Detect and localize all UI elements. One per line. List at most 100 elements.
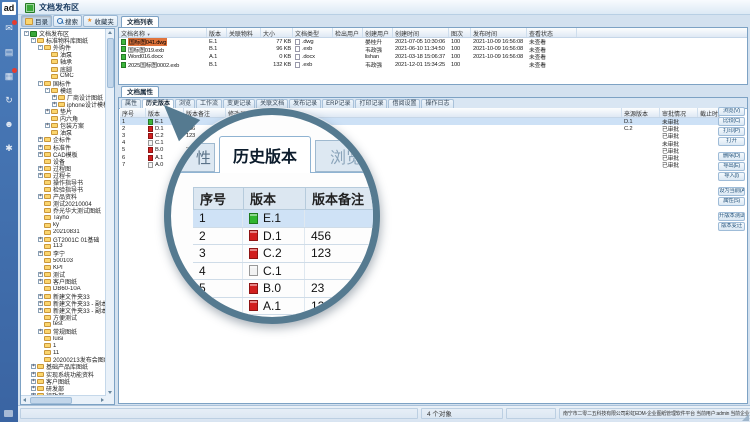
expand-icon[interactable]: + — [38, 329, 43, 334]
users-icon[interactable]: ☻ — [3, 118, 15, 130]
collapse-icon[interactable]: - — [45, 88, 50, 93]
expand-icon[interactable]: + — [45, 123, 50, 128]
expand-icon[interactable]: + — [38, 173, 43, 178]
column-header[interactable]: 发布时间 — [471, 28, 527, 37]
expand-icon[interactable]: + — [38, 251, 43, 256]
action-button-10[interactable]: 版本变迁 — [718, 222, 745, 231]
properties-tab-5[interactable]: 关联文档 — [256, 99, 288, 108]
scroll-left-icon[interactable] — [23, 398, 26, 402]
tree-node[interactable]: 乔光华大测试图纸 — [22, 207, 106, 214]
document-row[interactable]: 国标图019.exbB.196 KB.exb韦政强2021-06-10 11:3… — [119, 46, 747, 54]
document-row[interactable]: Word016.docxA.10 KB.docxlishan2021-03-18… — [119, 53, 747, 61]
folder-icon[interactable]: ▤ — [3, 46, 15, 58]
action-button-5[interactable]: 导出(E) — [718, 162, 745, 171]
scroll-down-icon[interactable] — [108, 391, 112, 394]
expand-icon[interactable]: + — [52, 102, 57, 107]
expand-icon[interactable]: + — [38, 194, 43, 199]
scrollbar-thumb[interactable] — [30, 397, 72, 404]
tree-node[interactable]: luisi — [22, 335, 106, 342]
tree-node[interactable]: +客户图纸 — [22, 278, 106, 285]
app-logo[interactable]: ad — [2, 2, 16, 15]
tree-node[interactable]: +常规图纸 — [22, 328, 106, 335]
tree-node[interactable]: 底脚 — [22, 65, 106, 72]
document-row[interactable]: 2025国标图0002.exbB.1132 KB.exb韦政强2021-12-0… — [119, 61, 747, 69]
resize-grip[interactable] — [742, 414, 749, 421]
column-header[interactable]: 来源版本 — [622, 108, 660, 117]
properties-tab-7[interactable]: ERP记录 — [322, 99, 354, 108]
action-button-6[interactable]: 导入(I) — [718, 172, 745, 181]
tree-node[interactable]: Tayho — [22, 214, 106, 221]
column-header[interactable]: 创建用户 — [363, 28, 393, 37]
monitor-icon[interactable]: ▦ — [3, 70, 15, 82]
properties-tab-3[interactable]: 工作流 — [196, 99, 222, 108]
properties-tab-0[interactable]: 属性 — [121, 99, 141, 108]
expand-icon[interactable]: + — [38, 152, 43, 157]
scroll-right-icon[interactable] — [101, 398, 104, 402]
expand-icon[interactable]: + — [38, 237, 43, 242]
message-icon[interactable]: ✉ — [3, 22, 15, 34]
tree-vertical-scrollbar[interactable] — [105, 29, 114, 396]
properties-tab-1[interactable]: 历史版本 — [142, 99, 174, 108]
column-header[interactable]: 序号 — [120, 108, 146, 117]
document-row[interactable]: 国标图041.dwgE.177 KB.dwg晏桂升2021-07-05 10:3… — [119, 38, 747, 46]
column-header[interactable]: 版本 — [207, 28, 227, 37]
expand-icon[interactable]: + — [31, 379, 36, 384]
column-header[interactable]: 关联物料 — [227, 28, 261, 37]
expand-icon[interactable]: + — [52, 95, 57, 100]
sidebar-tab-1[interactable]: 搜索 — [53, 15, 82, 27]
column-header[interactable]: 审批情况 — [660, 108, 698, 117]
refresh-icon[interactable]: ↻ — [3, 94, 15, 106]
folder-icon — [44, 180, 51, 185]
tree-node[interactable]: +李宁 — [22, 250, 106, 257]
collapse-icon[interactable]: - — [38, 81, 43, 86]
properties-tab-6[interactable]: 发布记录 — [289, 99, 321, 108]
column-header[interactable]: 文档类型 — [293, 28, 333, 37]
scroll-up-icon[interactable] — [108, 31, 112, 34]
sidebar-tab-0[interactable]: 目录 — [21, 15, 52, 27]
column-header[interactable]: 文档名称 ▼ — [119, 28, 207, 37]
column-header[interactable]: 检出用户 — [333, 28, 363, 37]
action-button-7[interactable]: 设为当前(A) — [718, 187, 745, 196]
tree-node[interactable]: 1 — [22, 342, 106, 349]
column-header[interactable]: 图次 — [449, 28, 471, 37]
column-header[interactable]: 创建时间 — [393, 28, 449, 37]
tree-node[interactable]: 500103 — [22, 257, 106, 264]
properties-tab-10[interactable]: 操作日志 — [421, 99, 453, 108]
expand-icon[interactable]: + — [38, 137, 43, 142]
expand-icon[interactable]: + — [38, 279, 43, 284]
properties-tab-8[interactable]: 打印记录 — [355, 99, 387, 108]
tree-node[interactable]: +GT2001C 01基础 — [22, 236, 106, 243]
expand-icon[interactable]: + — [38, 272, 43, 277]
action-button-9[interactable]: 升版本测试 — [718, 212, 745, 221]
collapse-icon[interactable]: - — [38, 45, 43, 50]
action-button-2[interactable]: 打印(P) — [718, 127, 745, 136]
settings-icon[interactable]: ✱ — [3, 142, 15, 154]
collapse-icon[interactable]: - — [31, 38, 36, 43]
column-header[interactable]: 大小 — [261, 28, 293, 37]
tree-node[interactable]: 方便测试 — [22, 314, 106, 321]
expand-icon[interactable]: + — [31, 386, 36, 391]
expand-icon[interactable]: + — [38, 294, 43, 299]
action-button-3[interactable]: 打开 — [718, 137, 745, 146]
expand-icon[interactable]: + — [31, 364, 36, 369]
properties-tab-2[interactable]: 浏览 — [175, 99, 195, 108]
properties-tab-9[interactable]: 借阅设置 — [388, 99, 420, 108]
expand-icon[interactable]: + — [38, 166, 43, 171]
properties-tab-4[interactable]: 变更记录 — [223, 99, 255, 108]
action-button-8[interactable]: 属性(S) — [718, 197, 745, 206]
action-button-1[interactable]: 比较(C) — [718, 117, 745, 126]
action-button-0[interactable]: 浏览(V) — [718, 107, 745, 116]
action-button-4[interactable]: 删除(D) — [718, 152, 745, 161]
expand-icon[interactable]: + — [38, 308, 43, 313]
expand-icon[interactable]: + — [38, 301, 43, 306]
sidebar-tab-2[interactable]: ★收藏夹 — [83, 15, 118, 27]
expand-icon[interactable]: + — [31, 372, 36, 377]
expand-icon[interactable]: + — [45, 109, 50, 114]
expand-icon[interactable]: + — [38, 145, 43, 150]
collapse-icon[interactable]: - — [24, 31, 29, 36]
tree-node[interactable]: ky — [22, 222, 106, 229]
collapse-icon[interactable] — [4, 410, 13, 417]
scrollbar-thumb[interactable] — [107, 38, 114, 88]
tree-horizontal-scrollbar[interactable] — [21, 395, 106, 404]
column-header[interactable]: 查看状态 — [527, 28, 577, 37]
